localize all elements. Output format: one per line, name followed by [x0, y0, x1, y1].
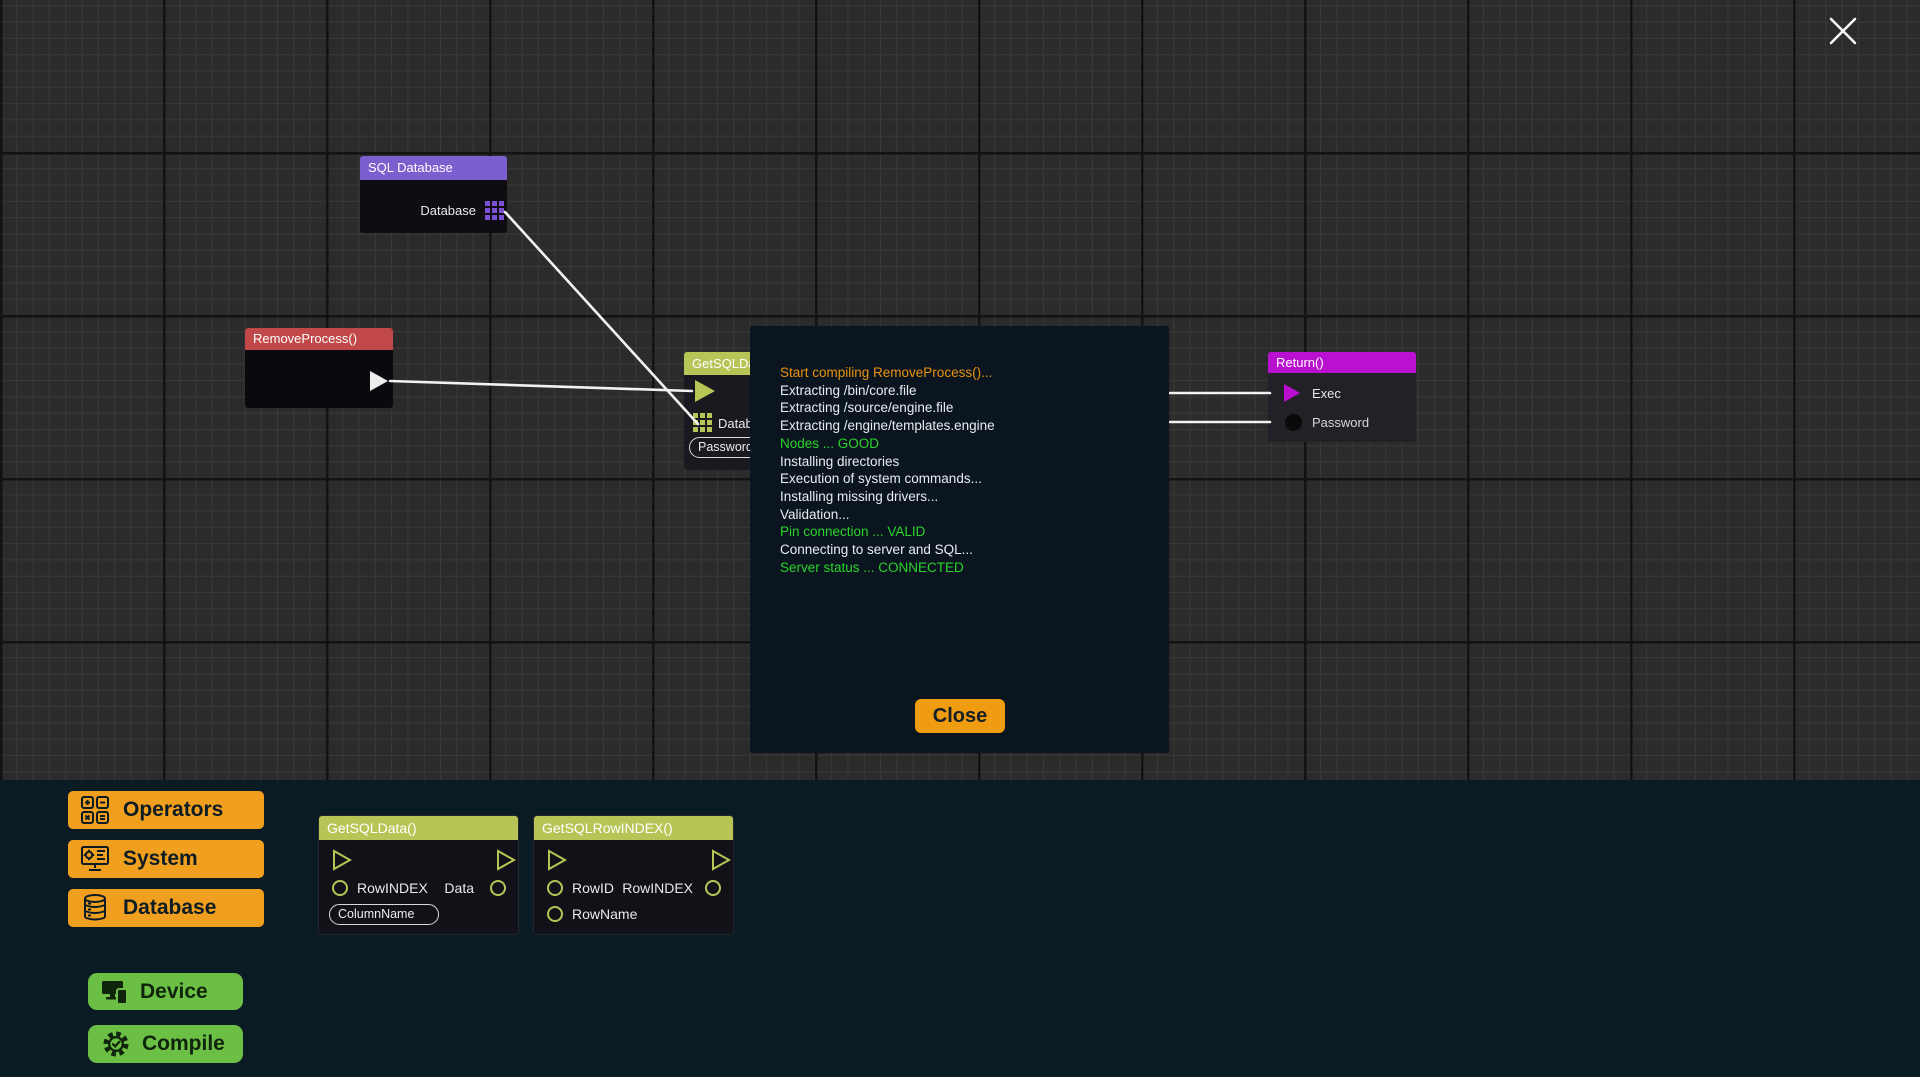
input-pin-icon[interactable]: [332, 880, 348, 896]
output-pin-label: Database: [420, 203, 476, 218]
log-line: Execution of system commands...: [780, 470, 995, 488]
log-line: Pin connection ... VALID: [780, 523, 995, 541]
exec-pin-icon[interactable]: [495, 849, 517, 871]
template-node-getsqldata[interactable]: GetSQLData() RowINDEX Data ColumnName: [318, 815, 519, 935]
node-title: RemoveProcess(): [245, 328, 393, 350]
device-button[interactable]: Device: [88, 973, 243, 1010]
log-line: Nodes ... GOOD: [780, 435, 995, 453]
node-title: Return(): [1268, 352, 1416, 373]
exec-pin-icon[interactable]: [331, 849, 353, 871]
compile-log-modal: Start compiling RemoveProcess()... Extra…: [750, 326, 1169, 753]
template-node-getsqlrowindex[interactable]: GetSQLRowINDEX() RowID RowINDEX RowName: [533, 815, 734, 935]
operators-button[interactable]: Operators: [68, 791, 264, 829]
compile-label: Compile: [142, 1032, 225, 1056]
exec-pin-icon[interactable]: [710, 849, 732, 871]
close-icon[interactable]: [1828, 16, 1858, 46]
input-pin-icon[interactable]: [547, 906, 563, 922]
log-line: Connecting to server and SQL...: [780, 541, 995, 559]
log-line: Extracting /source/engine.file: [780, 399, 995, 417]
wire-exec: [390, 381, 692, 391]
grid-pin-icon[interactable]: [693, 413, 712, 432]
log-line: Validation...: [780, 506, 995, 524]
close-button[interactable]: Close: [915, 699, 1005, 733]
password-pin-icon[interactable]: [1285, 414, 1302, 431]
log-line: Installing directories: [780, 453, 995, 471]
node-sql-database[interactable]: SQL Database Database: [360, 156, 507, 233]
password-pin-label: Password: [1312, 415, 1369, 430]
output-pin-icon[interactable]: [490, 880, 506, 896]
columnname-field[interactable]: ColumnName: [329, 904, 439, 925]
database-button[interactable]: Database: [68, 889, 264, 927]
compile-icon: [101, 1029, 131, 1059]
node-title: GetSQLData(): [319, 816, 518, 840]
output-pin-label: Data: [444, 880, 474, 896]
device-icon: [101, 978, 129, 1006]
log-line: Installing missing drivers...: [780, 488, 995, 506]
input-pin-label: RowName: [572, 906, 637, 922]
node-title: SQL Database: [360, 156, 507, 180]
operators-icon: [80, 795, 110, 825]
log-line: Extracting /engine/templates.engine: [780, 417, 995, 435]
log-line: Server status ... CONNECTED: [780, 559, 995, 577]
node-title: GetSQLRowINDEX(): [534, 816, 733, 840]
operators-label: Operators: [123, 798, 223, 822]
output-pin-label: RowINDEX: [622, 880, 693, 896]
node-remove-process[interactable]: RemoveProcess(): [245, 328, 393, 408]
grid-pin-icon[interactable]: [485, 201, 504, 220]
exec-pin-icon[interactable]: [1284, 384, 1300, 402]
log-line: Extracting /bin/core.file: [780, 382, 995, 400]
database-label: Database: [123, 896, 216, 920]
exec-pin-label: Exec: [1312, 386, 1341, 401]
exec-pin-icon[interactable]: [695, 380, 715, 402]
database-icon: [80, 893, 110, 923]
node-return[interactable]: Return() Exec Password: [1268, 352, 1416, 442]
exec-pin-icon[interactable]: [370, 371, 388, 391]
exec-pin-icon[interactable]: [546, 849, 568, 871]
system-icon: [80, 844, 110, 874]
compile-button[interactable]: Compile: [88, 1025, 243, 1063]
log-line: Start compiling RemoveProcess()...: [780, 364, 995, 382]
bottom-palette: Operators System: [0, 780, 1920, 1077]
output-pin-icon[interactable]: [705, 880, 721, 896]
device-label: Device: [140, 980, 208, 1004]
system-button[interactable]: System: [68, 840, 264, 878]
compile-log: Start compiling RemoveProcess()... Extra…: [780, 364, 995, 576]
input-pin-icon[interactable]: [547, 880, 563, 896]
wire-database: [505, 212, 698, 424]
input-pin-label: RowID: [572, 880, 614, 896]
input-pin-label: RowINDEX: [357, 880, 428, 896]
blueprint-editor: SQL Database Database RemoveProcess() Ge…: [0, 0, 1920, 1077]
system-label: System: [123, 847, 198, 871]
